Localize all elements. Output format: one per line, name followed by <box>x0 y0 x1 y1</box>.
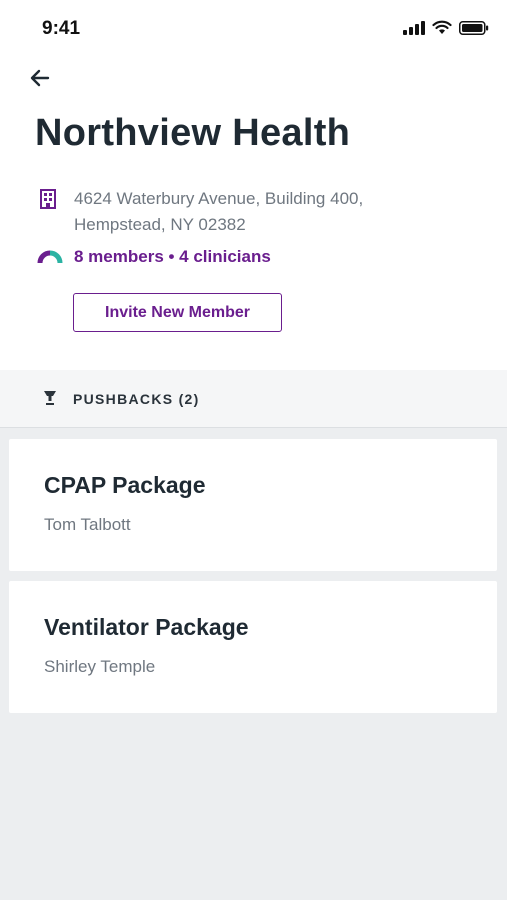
page-title: Northview Health <box>35 112 351 154</box>
wifi-icon <box>432 20 452 40</box>
section-label: PUSHBACKS (2) <box>73 391 200 407</box>
header-panel: 9:41 Northview Health 4624 Waterbury Ave… <box>0 0 507 370</box>
signal-icon <box>403 20 425 40</box>
pushback-icon <box>42 389 58 410</box>
pushback-title: Ventilator Package <box>44 614 249 640</box>
back-button[interactable] <box>26 66 54 94</box>
arrow-left-icon <box>30 69 50 92</box>
pushback-subtitle: Tom Talbott <box>44 515 131 534</box>
building-icon <box>39 189 57 214</box>
status-icons <box>403 20 489 40</box>
invite-new-member-button[interactable]: Invite New Member <box>73 293 282 332</box>
status-time: 9:41 <box>42 18 81 39</box>
address-line-1: 4624 Waterbury Avenue, Building 400, <box>74 189 364 208</box>
pushback-subtitle: Shirley Temple <box>44 657 156 676</box>
battery-icon <box>459 20 489 40</box>
members-summary[interactable]: 8 members • 4 clinicians <box>74 247 271 267</box>
status-bar: 9:41 <box>0 0 507 58</box>
pushback-card[interactable]: CPAP Package Tom Talbott <box>9 439 497 571</box>
pushback-card[interactable]: Ventilator Package Shirley Temple <box>9 581 497 713</box>
address: 4624 Waterbury Avenue, Building 400, Hem… <box>74 186 454 238</box>
pushback-title: CPAP Package <box>44 472 206 498</box>
pushbacks-section-header: PUSHBACKS (2) <box>0 370 507 428</box>
address-line-2: Hempstead, NY 02382 <box>74 215 246 234</box>
progress-arc-icon <box>37 250 63 269</box>
